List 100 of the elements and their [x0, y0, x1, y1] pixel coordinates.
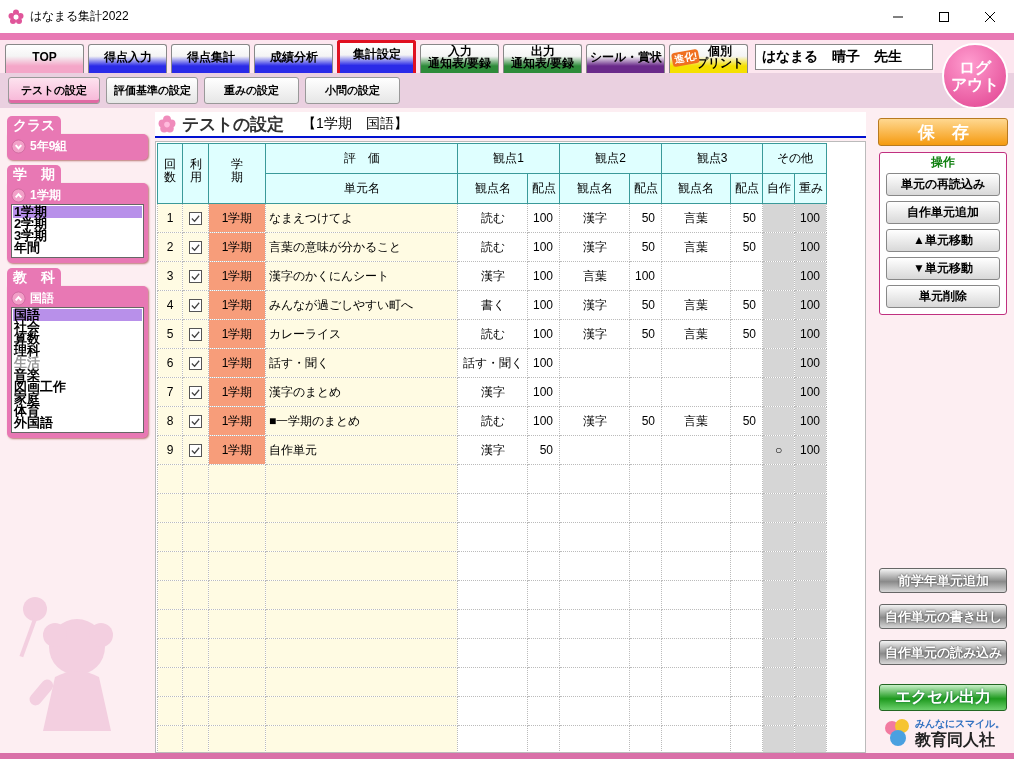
nav-tab[interactable]: 得点集計: [171, 44, 250, 73]
checkbox[interactable]: [189, 444, 202, 458]
chevron-icon[interactable]: [11, 290, 26, 306]
table-cell: 言葉: [684, 326, 708, 341]
table-cell: 漢字のかくにんシート: [269, 268, 389, 283]
table-cell: 話す・聞く: [462, 355, 523, 370]
selected-value: 1学期: [30, 186, 61, 204]
logo-name: 教育同人社: [915, 731, 996, 749]
operation-button[interactable]: ▲単元移動: [886, 229, 1000, 252]
table-cell: 100: [532, 356, 553, 370]
table-cell: 100: [799, 356, 820, 370]
table-cell: 言葉: [684, 210, 708, 225]
checkbox[interactable]: [189, 241, 202, 255]
table-cell: 50: [641, 211, 655, 225]
panel-title: クラス: [7, 116, 61, 134]
list-item[interactable]: 体育: [13, 405, 142, 417]
list-item[interactable]: 家庭: [13, 393, 142, 405]
sub-tab[interactable]: 重みの設定: [204, 77, 299, 104]
list-item[interactable]: 社会: [13, 321, 142, 333]
column-header: 回数: [164, 158, 176, 185]
table-cell: 100: [799, 211, 820, 225]
chevron-icon[interactable]: [11, 138, 26, 154]
selected-value: 5年9組: [30, 137, 68, 155]
column-header: 観点2: [559, 143, 662, 174]
row-number: 6: [166, 356, 174, 370]
table-cell: みんなが過ごしやすい町へ: [269, 297, 413, 312]
selected-value: 国語: [30, 289, 54, 307]
table-cell: 100: [532, 269, 553, 283]
panel-title: 学 期: [7, 165, 61, 183]
nav-tab[interactable]: TOP: [5, 44, 84, 73]
sub-tab[interactable]: 評価基準の設定: [106, 77, 198, 104]
list-item[interactable]: 3学期: [13, 230, 142, 242]
list-item[interactable]: 1学期: [13, 206, 142, 218]
table-cell: 書く: [480, 297, 505, 312]
table-cell: 読む: [480, 239, 505, 254]
nav-tab[interactable]: 出力 通知表/要録: [503, 44, 582, 73]
page-context: 【1学期 国語】: [302, 115, 408, 133]
close-icon[interactable]: [984, 10, 996, 23]
checkbox[interactable]: [189, 299, 202, 313]
nav-tab[interactable]: 成績分析: [254, 44, 333, 73]
row-number: 3: [166, 269, 174, 283]
nav-tab[interactable]: 得点入力: [88, 44, 167, 73]
column-header: その他: [762, 143, 827, 174]
table-cell: 自作単元: [269, 442, 317, 457]
table-cell: 言葉: [684, 297, 708, 312]
table-cell: 1学期: [221, 384, 253, 399]
panel-title: 教 科: [7, 268, 61, 286]
table-cell: 1学期: [221, 210, 253, 225]
table-cell: 1学期: [221, 268, 253, 283]
table-cell: 1学期: [221, 326, 253, 341]
checkbox[interactable]: [189, 328, 202, 342]
table-cell: 読む: [480, 326, 505, 341]
sub-tab[interactable]: 小問の設定: [305, 77, 400, 104]
list-item[interactable]: 年間: [13, 242, 142, 254]
table-cell: 漢字: [480, 384, 505, 399]
checkbox[interactable]: [189, 386, 202, 400]
list-item[interactable]: 理科: [13, 345, 142, 357]
table-cell: 100: [799, 385, 820, 399]
operation-button[interactable]: 単元削除: [886, 285, 1000, 308]
table-cell: 1学期: [221, 355, 253, 370]
checkbox[interactable]: [189, 270, 202, 284]
table-cell: 50: [742, 240, 756, 254]
table-cell: 100: [799, 414, 820, 428]
table-cell: 1学期: [221, 413, 253, 428]
operation-button[interactable]: 単元の再読込み: [886, 173, 1000, 196]
row-number: 2: [166, 240, 174, 254]
checkbox[interactable]: [189, 357, 202, 371]
sub-tab[interactable]: テストの設定: [8, 77, 100, 104]
list-item[interactable]: 図画工作: [13, 381, 142, 393]
table-cell: 100: [532, 211, 553, 225]
column-header: 観点名: [661, 173, 731, 204]
checkbox[interactable]: [189, 212, 202, 226]
list-item[interactable]: 国語: [13, 309, 142, 321]
table-cell: 1学期: [221, 239, 253, 254]
list-item[interactable]: 外国語: [13, 417, 142, 429]
table-cell: 100: [799, 240, 820, 254]
chevron-icon[interactable]: [11, 187, 26, 203]
table-cell: 50: [742, 327, 756, 341]
table-cell: 100: [799, 269, 820, 283]
table-cell: 漢字: [582, 326, 607, 341]
maximize-icon[interactable]: [938, 10, 950, 23]
list-item[interactable]: 2学期: [13, 218, 142, 230]
nav-tab[interactable]: 入力 通知表/要録: [420, 44, 499, 73]
column-header: 利用: [189, 158, 202, 185]
table-cell: 50: [641, 327, 655, 341]
operation-button[interactable]: 自作単元追加: [886, 201, 1000, 224]
checkbox[interactable]: [189, 415, 202, 429]
list-item[interactable]: 算数: [13, 333, 142, 345]
operation-button[interactable]: ▼単元移動: [886, 257, 1000, 280]
list-item[interactable]: 音楽: [13, 369, 142, 381]
page-title: テストの設定: [182, 113, 284, 136]
table-cell: 言葉: [582, 268, 607, 283]
table-cell: 漢字: [582, 297, 607, 312]
tab-label: 出力 通知表/要録: [510, 45, 575, 69]
table-cell: 100: [799, 298, 820, 312]
table-cell: 50: [742, 414, 756, 428]
table-cell: 100: [799, 327, 820, 341]
table-cell: ○: [774, 443, 783, 457]
nav-tab[interactable]: シール・賞状: [586, 44, 665, 73]
nav-tab[interactable]: 集計設定: [337, 40, 416, 73]
